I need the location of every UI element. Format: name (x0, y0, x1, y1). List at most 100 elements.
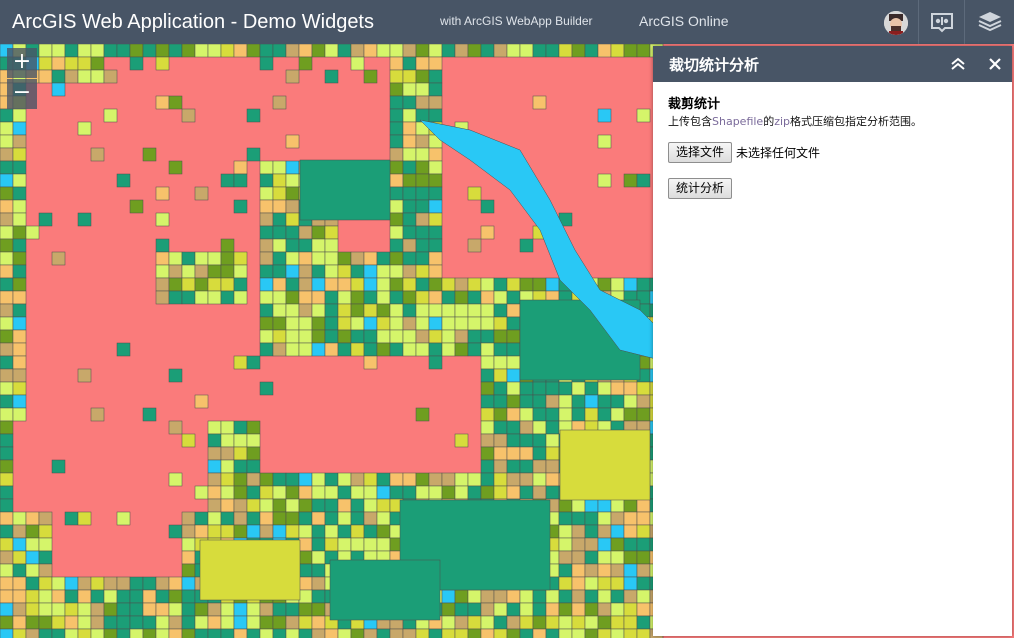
land-parcel (402, 108, 417, 123)
tools-button[interactable] (918, 0, 964, 44)
land-parcel (636, 589, 651, 604)
land-parcel (181, 433, 196, 448)
land-parcel (402, 147, 417, 162)
land-parcel (181, 550, 196, 565)
land-parcel (298, 485, 313, 500)
land-parcel (532, 485, 547, 500)
land-parcel (363, 251, 378, 266)
land-parcel (181, 589, 196, 604)
land-parcel (12, 628, 27, 638)
land-parcel (454, 277, 469, 292)
land-parcel (623, 563, 638, 578)
analyze-button[interactable]: 统计分析 (668, 178, 733, 199)
land-parcel (480, 316, 495, 331)
land-parcel (376, 628, 391, 638)
land-parcel (233, 524, 248, 539)
land-parcel (0, 394, 14, 409)
land-parcel (428, 264, 443, 279)
land-parcel (324, 264, 339, 279)
land-parcel (363, 303, 378, 318)
collapse-chevrons-icon[interactable] (949, 56, 967, 72)
choose-file-button[interactable]: 选择文件 (668, 142, 733, 163)
land-parcel (259, 628, 274, 638)
land-parcel (51, 628, 66, 638)
land-parcel (298, 277, 313, 292)
land-parcel (38, 602, 53, 617)
land-parcel (337, 329, 352, 344)
land-parcel (467, 615, 482, 630)
land-parcel (636, 407, 651, 422)
land-parcel (441, 485, 456, 500)
land-parcel (597, 524, 612, 539)
land-parcel (155, 56, 170, 71)
land-parcel (207, 615, 222, 630)
land-parcel (532, 615, 547, 630)
zoom-out-button[interactable]: − (7, 79, 37, 109)
land-parcel (506, 446, 521, 461)
land-parcel (597, 628, 612, 638)
land-parcel (584, 407, 599, 422)
land-parcel (454, 316, 469, 331)
land-parcel (324, 342, 339, 357)
land-parcel (597, 576, 612, 591)
land-parcel (467, 186, 482, 201)
layers-button[interactable] (964, 0, 1014, 44)
land-parcel (506, 394, 521, 409)
land-parcel (103, 108, 118, 123)
layers-icon (978, 12, 1001, 32)
land-parcel (402, 342, 417, 357)
land-parcel (272, 251, 287, 266)
land-parcel (402, 212, 417, 227)
land-parcel (545, 472, 560, 487)
land-parcel (415, 303, 430, 318)
land-parcel (168, 264, 183, 279)
description-prefix: 上传包含 (668, 115, 712, 128)
user-avatar[interactable] (884, 11, 908, 35)
land-parcel (454, 433, 469, 448)
land-parcel (636, 628, 651, 638)
land-parcel (129, 615, 144, 630)
close-icon[interactable] (987, 56, 1003, 72)
land-parcel (0, 602, 14, 617)
arcgis-online-link[interactable]: ArcGIS Online (639, 13, 728, 29)
land-parcel (233, 355, 248, 370)
land-parcel (623, 589, 638, 604)
land-parcel (454, 589, 469, 604)
land-parcel (441, 602, 456, 617)
land-parcel (77, 368, 92, 383)
land-parcel (597, 602, 612, 617)
land-parcel (12, 511, 27, 526)
land-parcel (311, 550, 326, 565)
land-parcel (246, 355, 261, 370)
land-parcel (480, 381, 495, 396)
land-parcel (194, 251, 209, 266)
land-parcel (298, 44, 313, 58)
land-parcel (25, 550, 40, 565)
land-parcel (259, 264, 274, 279)
land-parcel (363, 472, 378, 487)
land-parcel (610, 407, 625, 422)
land-parcel (467, 316, 482, 331)
land-parcel (25, 511, 40, 526)
land-parcel (363, 498, 378, 513)
land-parcel (64, 602, 79, 617)
zoom-in-button[interactable]: + (7, 48, 37, 78)
land-parcel (181, 615, 196, 630)
land-parcel (441, 329, 456, 344)
land-parcel (272, 186, 287, 201)
land-parcel (493, 485, 508, 500)
land-parcel (402, 225, 417, 240)
land-parcel (220, 628, 235, 638)
land-parcel (519, 472, 534, 487)
land-parcel (623, 173, 638, 188)
land-parcel (493, 472, 508, 487)
land-parcel (324, 485, 339, 500)
land-parcel (311, 225, 326, 240)
land-parcel (90, 147, 105, 162)
land-parcel (194, 602, 209, 617)
land-parcel (51, 82, 66, 97)
land-parcel (636, 615, 651, 630)
land-parcel (506, 459, 521, 474)
land-parcel (220, 173, 235, 188)
land-parcel (350, 524, 365, 539)
